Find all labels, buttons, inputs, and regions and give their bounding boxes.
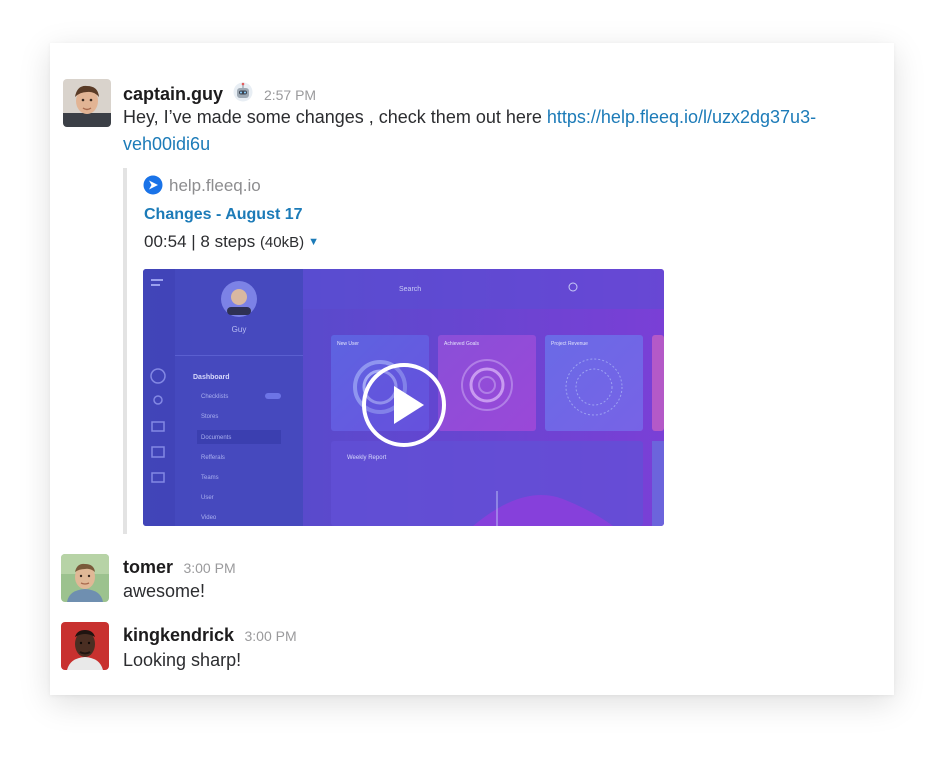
message-text: Looking sharp! [123,650,242,670]
username[interactable]: captain.guy [123,84,223,104]
message-link[interactable]: https://help.fleeq.io/l/uzx2dg37u3- [547,107,816,127]
menu-header: Dashboard [193,374,230,381]
message-text: awesome! [123,581,206,601]
caret-down-icon[interactable]: ▼ [308,236,319,248]
user-photo-icon [61,554,109,602]
message-body: Hey, I’ve made some changes , check them… [123,107,547,127]
menu-item: Video [201,515,217,521]
play-icon[interactable] [361,362,447,448]
video-preview[interactable]: Guy Dashboard Checklists Stores Document… [143,269,664,526]
message-link-continued[interactable]: veh00idi6u [123,134,210,154]
profile-name: Guy [232,325,247,334]
menu-item: Refferals [201,455,225,461]
card-title: Project Revenue [551,341,588,347]
link-unfurl-attachment: help.fleeq.io Changes - August 17 00:54 … [123,168,668,534]
report-title: Weekly Report [347,455,387,461]
menu-item: Checklists [201,394,228,400]
site-name: help.fleeq.io [169,176,261,195]
fleeq-logo-icon [143,175,163,200]
avatar[interactable] [63,79,111,127]
timestamp[interactable]: 3:00 PM [245,628,297,644]
user-photo-icon [63,79,111,127]
search-label: Search [399,286,421,293]
duration-steps: 00:54 | 8 steps [144,232,260,251]
menu-item: Teams [201,475,219,481]
chat-panel: captain.guy 2:57 PM Hey, I’ve made some … [50,43,894,695]
avatar[interactable] [61,554,109,602]
file-size: (40kB) [259,234,305,251]
attachment-site: help.fleeq.io [143,175,261,200]
menu-item: Documents [201,435,231,441]
attachment-meta: 00:54 | 8 steps (40kB) ▼ [144,232,319,252]
menu-item: User [201,495,214,501]
card-title: Achieved Goals [444,341,480,347]
timestamp[interactable]: 3:00 PM [183,560,235,576]
menu-item: Stores [201,414,218,420]
message-text: Hey, I’ve made some changes , check them… [123,104,883,158]
username[interactable]: tomer [123,557,173,577]
user-photo-icon [61,622,109,670]
timestamp[interactable]: 2:57 PM [264,87,316,103]
attachment-title[interactable]: Changes - August 17 [144,206,303,224]
avatar[interactable] [61,622,109,670]
card-title: New User [337,341,359,347]
username[interactable]: kingkendrick [123,625,234,645]
